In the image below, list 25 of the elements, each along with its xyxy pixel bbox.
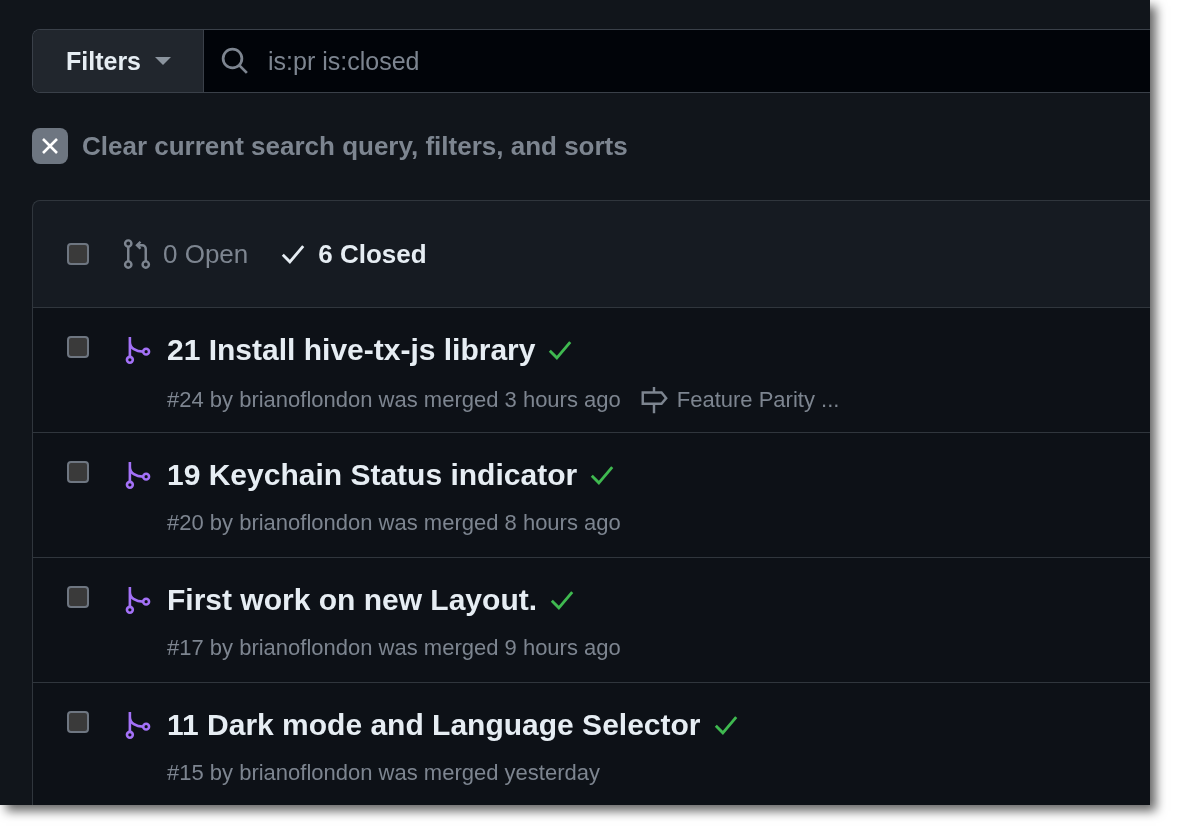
check-icon — [280, 243, 307, 265]
merged-icon — [125, 585, 151, 615]
row-checkbox[interactable] — [67, 461, 89, 483]
pull-request-icon — [123, 238, 151, 270]
pull-request-meta: #15 by brianoflondon was merged yesterday — [167, 760, 600, 786]
milestone-link[interactable]: Feature Parity ... — [676, 387, 840, 413]
pull-request-title[interactable]: 19 Keychain Status indicator — [167, 458, 578, 492]
merged-icon — [125, 710, 151, 740]
closed-filter-tab[interactable]: 6 Closed — [280, 238, 427, 270]
close-icon — [40, 136, 60, 156]
row-checkbox[interactable] — [67, 336, 89, 358]
clear-filters-link[interactable]: Clear current search query, filters, and sorts — [82, 130, 628, 162]
pull-request-title[interactable]: First work on new Layout. — [167, 583, 538, 617]
pull-request-meta: #20 by brianoflondon was merged 8 hours ago — [167, 510, 621, 536]
open-filter-tab[interactable]: 0 Open — [123, 238, 249, 270]
pull-request-meta: #17 by brianoflondon was merged 9 hours ago — [167, 635, 621, 661]
merged-icon — [125, 460, 151, 490]
pull-request-title[interactable]: 21 Install hive-tx-js library — [167, 333, 536, 367]
row-checkbox[interactable] — [67, 586, 89, 608]
pull-request-meta: #24 by brianoflondon was merged 3 hours ago — [167, 387, 621, 413]
pull-request-title[interactable]: 11 Dark mode and Language Selector — [167, 708, 701, 742]
clear-button[interactable] — [32, 128, 68, 164]
select-all-checkbox[interactable] — [67, 243, 89, 265]
row-checkbox[interactable] — [67, 711, 89, 733]
merged-icon — [125, 335, 151, 365]
